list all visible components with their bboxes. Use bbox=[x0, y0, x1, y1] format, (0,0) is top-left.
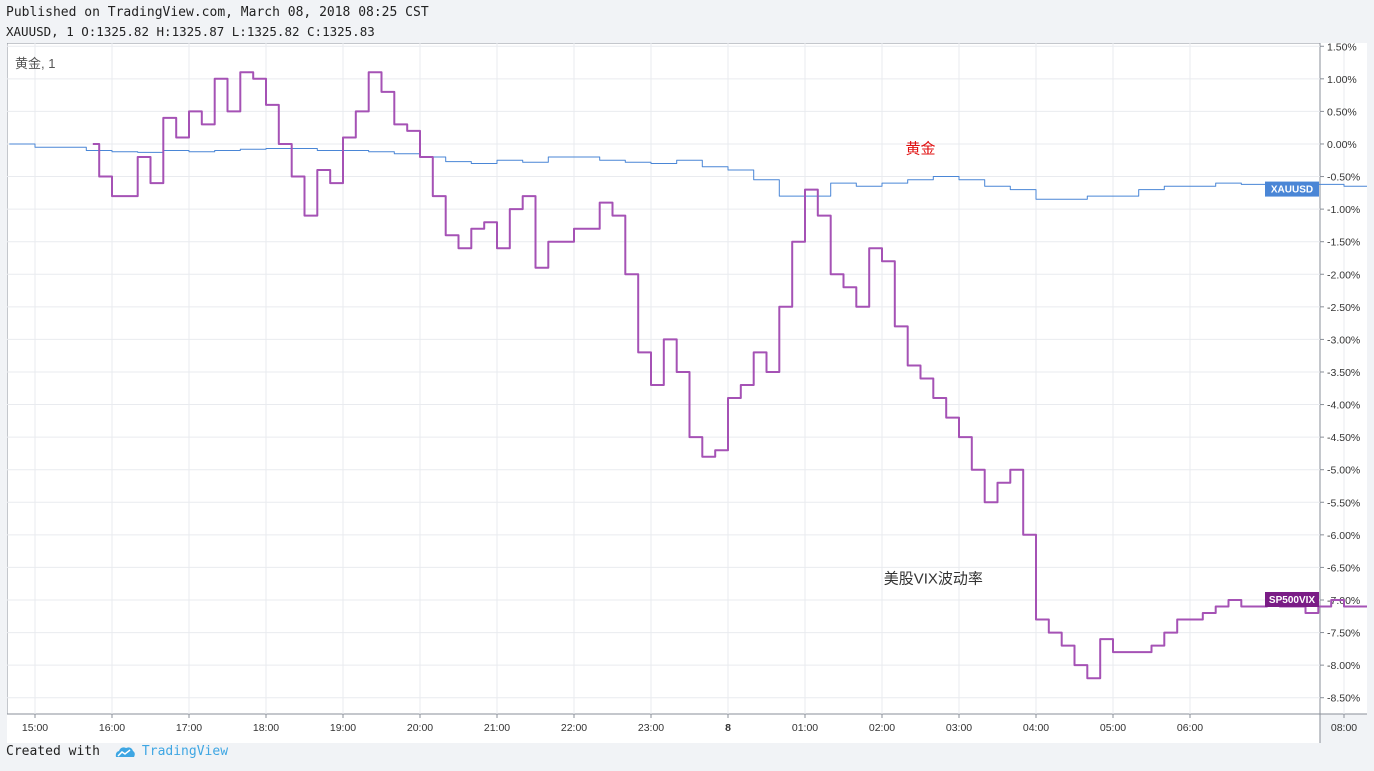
x-tick-label: 20:00 bbox=[407, 722, 433, 734]
y-tick-label: -7.50% bbox=[1327, 628, 1360, 640]
y-tick-label: -6.50% bbox=[1327, 562, 1360, 574]
y-tick-label: -8.00% bbox=[1327, 660, 1360, 672]
x-tick-label: 8 bbox=[725, 722, 731, 734]
y-tick-label: -4.50% bbox=[1327, 432, 1360, 444]
x-tick-label: 23:00 bbox=[638, 722, 664, 734]
y-tick-label: -1.50% bbox=[1327, 237, 1360, 249]
y-tick-label: -2.50% bbox=[1327, 302, 1360, 314]
y-tick-label: -5.00% bbox=[1327, 465, 1360, 477]
chart-panel[interactable]: 1.50% 1.00% 0.50% 0.00% -0.50% -1.00% -1.50% -2… bbox=[6, 41, 1374, 743]
y-tick-label: -4.00% bbox=[1327, 400, 1360, 412]
annotation-label: 黄金 bbox=[905, 141, 935, 158]
y-tick-label: -5.50% bbox=[1327, 497, 1360, 509]
x-tick-label: 03:00 bbox=[946, 722, 972, 734]
y-tick-label: -2.00% bbox=[1327, 269, 1360, 281]
y-tick-label: -8.50% bbox=[1327, 693, 1360, 705]
x-tick-label: 05:00 bbox=[1100, 722, 1126, 734]
y-tick-label: -1.00% bbox=[1327, 204, 1360, 216]
y-tick-label: 0.50% bbox=[1327, 106, 1357, 118]
series-badge-label: XAUUSD bbox=[1271, 185, 1313, 196]
price-chart[interactable]: 1.50% 1.00% 0.50% 0.00% -0.50% -1.00% -1.50% -2… bbox=[6, 41, 1374, 743]
annotation-label: 美股VIX波动率 bbox=[884, 571, 983, 588]
series-badge-label: SP500VIX bbox=[1269, 595, 1315, 606]
price-scale[interactable]: 1.50% 1.00% 0.50% 0.00% -0.50% -1.00% -1.50% -2… bbox=[1320, 41, 1360, 705]
y-tick-label: 1.50% bbox=[1327, 43, 1357, 53]
x-tick-label: 21:00 bbox=[484, 722, 510, 734]
created-with-text: Created with bbox=[6, 744, 100, 759]
y-tick-label: -6.00% bbox=[1327, 530, 1360, 542]
x-tick-label: 19:00 bbox=[330, 722, 356, 734]
x-tick-label: 17:00 bbox=[176, 722, 202, 734]
x-tick-label: 22:00 bbox=[561, 722, 587, 734]
published-caption: Published on TradingView.com, March 08, … bbox=[6, 5, 429, 20]
y-tick-label: -3.50% bbox=[1327, 367, 1360, 379]
ohlc-readout: XAUUSD, 1 O:1325.82 H:1325.87 L:1325.82 … bbox=[6, 24, 375, 39]
x-tick-label: 16:00 bbox=[99, 722, 125, 734]
x-tick-label: 01:00 bbox=[792, 722, 818, 734]
x-tick-label: 06:00 bbox=[1177, 722, 1203, 734]
x-tick-label: 02:00 bbox=[869, 722, 895, 734]
x-tick-label: 15:00 bbox=[22, 722, 48, 734]
y-tick-label: -3.00% bbox=[1327, 334, 1360, 346]
x-tick-label: 18:00 bbox=[253, 722, 279, 734]
tradingview-logo-icon[interactable] bbox=[114, 745, 136, 759]
footer: Created with TradingView bbox=[6, 744, 228, 759]
tradingview-link[interactable]: TradingView bbox=[142, 744, 228, 759]
x-tick-label: 04:00 bbox=[1023, 722, 1049, 734]
y-tick-label: 0.00% bbox=[1327, 139, 1357, 151]
y-tick-label: -0.50% bbox=[1327, 172, 1360, 184]
symbol-label: 黄金, 1 bbox=[15, 56, 55, 71]
x-tick-label: 08:00 bbox=[1331, 722, 1357, 734]
y-tick-label: 1.00% bbox=[1327, 74, 1357, 86]
